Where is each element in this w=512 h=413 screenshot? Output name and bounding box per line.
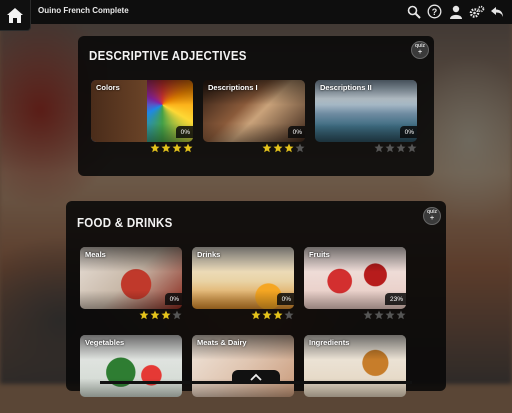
user-icon[interactable] bbox=[447, 3, 464, 20]
progress-badge: 0% bbox=[287, 126, 305, 138]
lesson-label: Meals bbox=[85, 250, 106, 259]
lesson-card-drinks[interactable]: Drinks 0% bbox=[192, 247, 294, 325]
star-filled-icon bbox=[139, 310, 149, 320]
lesson-label: Drinks bbox=[197, 250, 221, 259]
home-button[interactable] bbox=[0, 0, 31, 31]
search-icon[interactable] bbox=[405, 3, 422, 20]
star-filled-icon bbox=[273, 143, 283, 153]
star-rating bbox=[374, 143, 417, 153]
lesson-label: Ingredients bbox=[309, 338, 350, 347]
star-filled-icon bbox=[161, 143, 171, 153]
home-icon bbox=[7, 7, 23, 23]
star-filled-icon bbox=[150, 310, 160, 320]
chevron-up-icon bbox=[250, 373, 262, 381]
star-empty-icon bbox=[295, 143, 305, 153]
settings-icon[interactable] bbox=[468, 3, 485, 20]
star-rating bbox=[363, 310, 406, 320]
lesson-label: Colors bbox=[96, 83, 120, 92]
help-icon[interactable]: ? bbox=[426, 3, 443, 20]
section-title: DESCRIPTIVE ADJECTIVES bbox=[89, 49, 247, 63]
star-filled-icon bbox=[284, 143, 294, 153]
lesson-card-descriptions-1[interactable]: Descriptions I 0% bbox=[203, 80, 305, 158]
top-bar: Ouino French Complete ? bbox=[0, 0, 512, 24]
lesson-card-colors[interactable]: Colors 0% bbox=[91, 80, 193, 158]
star-empty-icon bbox=[396, 143, 406, 153]
star-rating bbox=[262, 143, 305, 153]
quiz-button[interactable]: quiz + bbox=[423, 207, 441, 225]
star-rating bbox=[150, 143, 193, 153]
lesson-card-fruits[interactable]: Fruits 23% bbox=[304, 247, 406, 325]
lesson-label: Vegetables bbox=[85, 338, 125, 347]
star-empty-icon bbox=[363, 310, 373, 320]
back-icon[interactable] bbox=[489, 3, 506, 20]
star-empty-icon bbox=[374, 143, 384, 153]
lesson-label: Fruits bbox=[309, 250, 330, 259]
star-filled-icon bbox=[262, 143, 272, 153]
star-filled-icon bbox=[183, 143, 193, 153]
section-title: FOOD & DRINKS bbox=[77, 216, 173, 230]
star-rating bbox=[139, 310, 182, 320]
star-empty-icon bbox=[385, 143, 395, 153]
star-empty-icon bbox=[374, 310, 384, 320]
star-filled-icon bbox=[161, 310, 171, 320]
star-filled-icon bbox=[172, 143, 182, 153]
star-empty-icon bbox=[407, 143, 417, 153]
svg-text:?: ? bbox=[432, 7, 438, 17]
star-filled-icon bbox=[273, 310, 283, 320]
section-food-and-drinks: FOOD & DRINKS quiz + Meals 0% Drinks 0% F… bbox=[66, 201, 446, 397]
progress-badge: 0% bbox=[399, 126, 417, 138]
star-empty-icon bbox=[396, 310, 406, 320]
star-filled-icon bbox=[262, 310, 272, 320]
progress-badge: 23% bbox=[384, 293, 406, 305]
progress-badge: 0% bbox=[276, 293, 294, 305]
lesson-card-vegetables[interactable]: Vegetables bbox=[80, 335, 182, 413]
progress-badge: 0% bbox=[164, 293, 182, 305]
star-empty-icon bbox=[172, 310, 182, 320]
lesson-card-meals[interactable]: Meals 0% bbox=[80, 247, 182, 325]
toolbar-icons: ? bbox=[405, 3, 506, 20]
star-filled-icon bbox=[251, 310, 261, 320]
lesson-label: Descriptions I bbox=[208, 83, 258, 92]
scroll-up-button[interactable] bbox=[232, 370, 280, 384]
star-empty-icon bbox=[284, 310, 294, 320]
quiz-button[interactable]: quiz + bbox=[411, 41, 429, 59]
lesson-card-ingredients[interactable]: Ingredients bbox=[304, 335, 406, 413]
lesson-label: Descriptions II bbox=[320, 83, 372, 92]
section-descriptive-adjectives: DESCRIPTIVE ADJECTIVES quiz + Colors 0% D… bbox=[78, 36, 434, 176]
progress-badge: 0% bbox=[175, 126, 193, 138]
app-title: Ouino French Complete bbox=[38, 6, 129, 15]
lesson-card-descriptions-2[interactable]: Descriptions II 0% bbox=[315, 80, 417, 158]
star-empty-icon bbox=[385, 310, 395, 320]
star-rating bbox=[251, 310, 294, 320]
lesson-label: Meats & Dairy bbox=[197, 338, 247, 347]
star-filled-icon bbox=[150, 143, 160, 153]
